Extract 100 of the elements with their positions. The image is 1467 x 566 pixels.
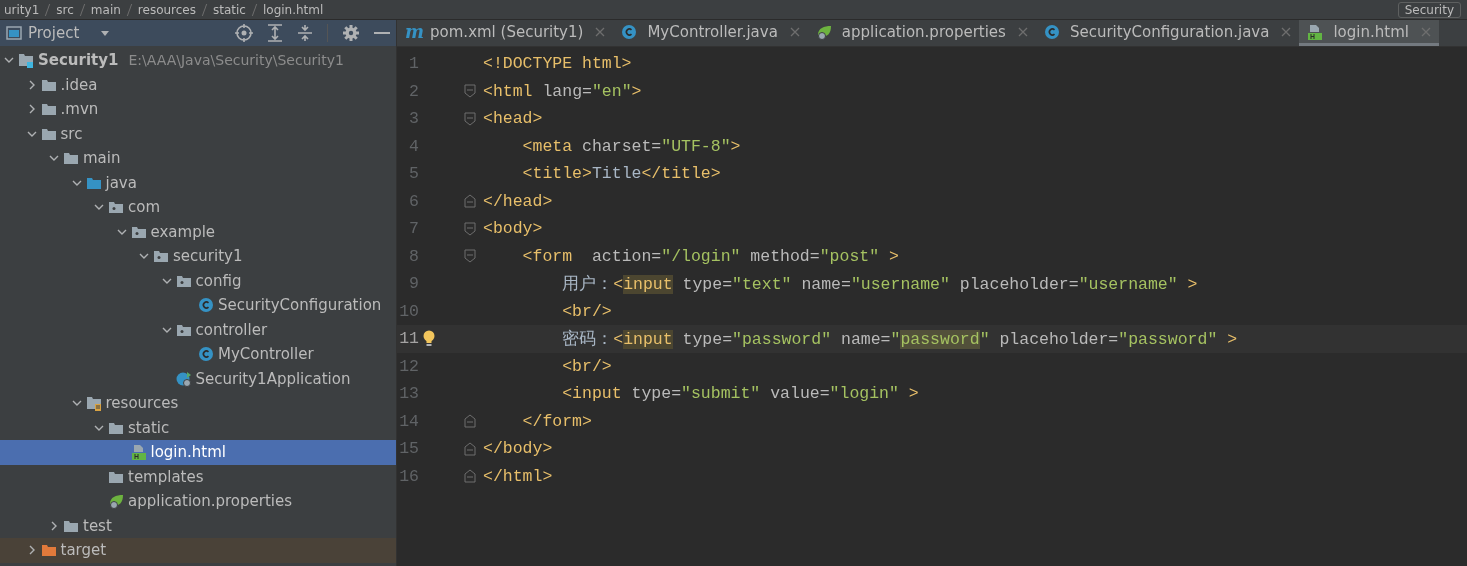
line-number: 6 [408, 191, 419, 211]
spring-class-icon [175, 370, 192, 387]
minimize-icon[interactable] [374, 31, 390, 35]
dropdown-caret-icon[interactable] [99, 28, 112, 38]
editor-tab[interactable]: SecurityConfiguration.java [1035, 20, 1300, 46]
editor-tab[interactable]: application.properties [807, 20, 1036, 46]
editor-tab[interactable]: MyController.java [613, 20, 808, 46]
close-icon[interactable] [1017, 26, 1028, 37]
code-line: </body> [482, 439, 553, 459]
module-folder-icon [18, 52, 34, 69]
tree-item[interactable]: main [0, 146, 396, 171]
expand-all-icon[interactable] [267, 24, 283, 42]
code-line: <meta charset="UTF-8"> [521, 136, 741, 156]
code-line: <title>Title</title> [521, 164, 721, 184]
class-icon [1043, 23, 1060, 40]
code-line: <head> [482, 109, 543, 129]
tree-item[interactable]: Security1Application [0, 366, 396, 391]
fold-marker-icon[interactable] [464, 111, 476, 126]
html-file-icon [130, 444, 147, 461]
project-view-selector[interactable]: Project [6, 24, 112, 42]
editor-tab[interactable]: m pom.xml (Security1) [397, 20, 614, 46]
leaf-gear-icon [108, 493, 124, 510]
line-number: 8 [408, 246, 419, 266]
resources-folder-icon [85, 395, 102, 412]
breadcrumb-item[interactable]: main [90, 2, 121, 17]
line-number: 16 [398, 466, 419, 486]
breadcrumb-item[interactable]: resources [137, 2, 196, 17]
run-configuration-selector[interactable]: Security [1397, 1, 1461, 18]
window-icon [6, 25, 22, 41]
leaf-gear-icon [815, 23, 832, 40]
settings-icon[interactable] [342, 24, 360, 42]
class-icon [198, 297, 214, 314]
code-line: <form action="/login" method="post" > [521, 246, 899, 266]
line-number: 10 [398, 301, 419, 321]
code-line: <html lang="en"> [482, 81, 642, 101]
close-icon[interactable] [789, 26, 800, 37]
fold-marker-icon[interactable] [464, 249, 476, 264]
close-icon[interactable] [1281, 26, 1292, 37]
project-path: E:\AAA\Java\Security\Security1 [128, 52, 344, 69]
code-line: 用户：<input type="text" name="username" placeholder="username" > [561, 273, 1198, 295]
code-line: <input type="submit" value="login" > [561, 384, 919, 404]
tree-item[interactable]: src [0, 121, 396, 146]
excluded-folder-icon [40, 542, 57, 559]
tree-item[interactable]: target [0, 538, 396, 563]
line-number: 9 [408, 274, 419, 294]
fold-marker-icon[interactable] [464, 414, 476, 429]
class-icon [621, 23, 638, 40]
code-line: </html> [482, 466, 553, 486]
code-line: <br/> [561, 356, 612, 376]
chevron-right-icon[interactable] [49, 520, 59, 531]
breadcrumb-item[interactable]: login.html [262, 2, 324, 17]
lightbulb-icon[interactable] [423, 329, 435, 348]
code-line: <br/> [561, 301, 612, 321]
code-line: </form> [521, 411, 592, 431]
tree-item[interactable]: application.properties [0, 489, 396, 514]
line-number: 12 [398, 356, 419, 376]
breadcrumb-item[interactable]: src [56, 2, 74, 17]
folder-icon [40, 101, 57, 118]
code-line: <body> [482, 219, 543, 239]
line-number: 14 [398, 411, 419, 431]
tree-item[interactable]: MyController [0, 342, 396, 367]
line-number: 3 [408, 109, 419, 129]
fold-marker-icon[interactable] [464, 84, 476, 99]
class-icon [198, 346, 214, 363]
tree-item[interactable]: static [0, 415, 396, 440]
package-folder-icon [108, 199, 124, 216]
code-line: <!DOCTYPE html> [482, 54, 632, 74]
tree-item[interactable]: login.html [0, 440, 396, 465]
tree-item[interactable]: com [0, 195, 396, 220]
tree-item[interactable]: .idea [0, 72, 396, 97]
tree-item[interactable]: SecurityConfiguration [0, 293, 396, 318]
tree-item[interactable]: templates [0, 464, 396, 489]
code-line: 密码：<input type="password" name="password" placeholder="password" > [561, 328, 1238, 350]
code-line: </head> [482, 191, 553, 211]
breadcrumb-item[interactable]: static [213, 2, 246, 17]
breadcrumb-item[interactable]: urity1 [4, 2, 40, 17]
editor-tab[interactable]: login.html [1299, 20, 1439, 46]
fold-marker-icon[interactable] [464, 194, 476, 209]
line-number: 1 [408, 54, 419, 74]
tree-item[interactable]: example [0, 219, 396, 244]
line-number: 7 [408, 219, 419, 239]
tree-item[interactable]: security1 [0, 244, 396, 269]
collapse-all-icon[interactable] [297, 24, 313, 42]
tree-item[interactable]: .mvn [0, 97, 396, 122]
tree-item[interactable]: Security1 E:\AAA\Java\Security\Security1 [0, 48, 396, 73]
tree-item[interactable]: test [0, 513, 396, 538]
fold-marker-icon[interactable] [464, 469, 476, 484]
tree-item[interactable]: java [0, 170, 396, 195]
tree-item[interactable]: controller [0, 317, 396, 342]
package-folder-icon [153, 248, 169, 265]
html-file-icon [1307, 23, 1324, 40]
tree-item[interactable]: config [0, 268, 396, 293]
locate-icon[interactable] [235, 24, 253, 42]
fold-marker-icon[interactable] [464, 221, 476, 236]
tree-item[interactable]: resources [0, 391, 396, 416]
line-number: 4 [408, 136, 419, 156]
close-icon[interactable] [595, 26, 606, 37]
line-number: 2 [408, 81, 419, 101]
line-number: 13 [398, 384, 419, 404]
fold-marker-icon[interactable] [464, 441, 476, 456]
